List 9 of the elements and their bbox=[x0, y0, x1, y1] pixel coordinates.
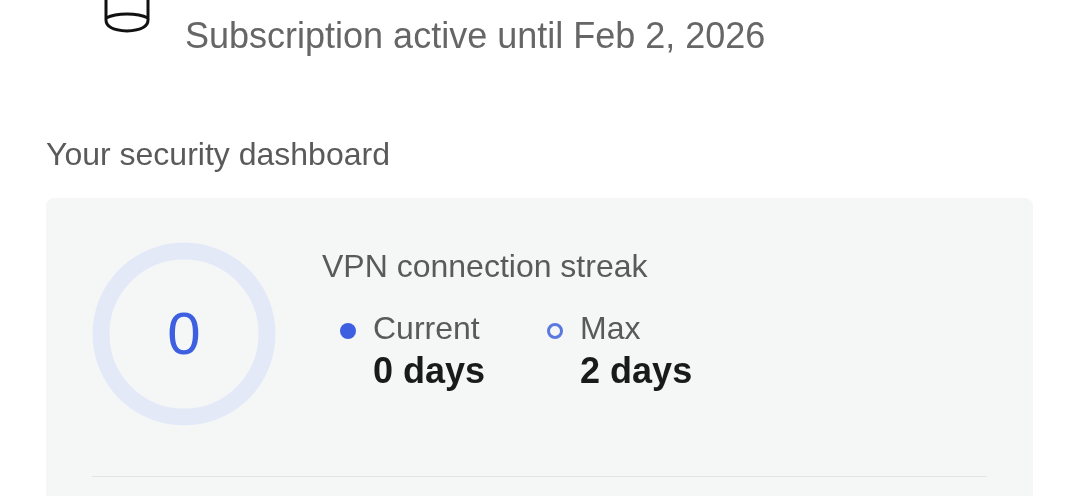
streak-count: 0 bbox=[167, 302, 201, 366]
legend-label: Max bbox=[580, 309, 642, 348]
section-title: Your security dashboard bbox=[46, 135, 391, 174]
subscription-status: Subscription active until Feb 2, 2026 bbox=[185, 14, 766, 58]
streak-title: VPN connection streak bbox=[322, 247, 649, 286]
legend-value: 0 days bbox=[373, 349, 486, 393]
legend-label: Current bbox=[373, 309, 481, 348]
shield-icon bbox=[104, 0, 150, 33]
legend-value: 2 days bbox=[580, 349, 693, 393]
